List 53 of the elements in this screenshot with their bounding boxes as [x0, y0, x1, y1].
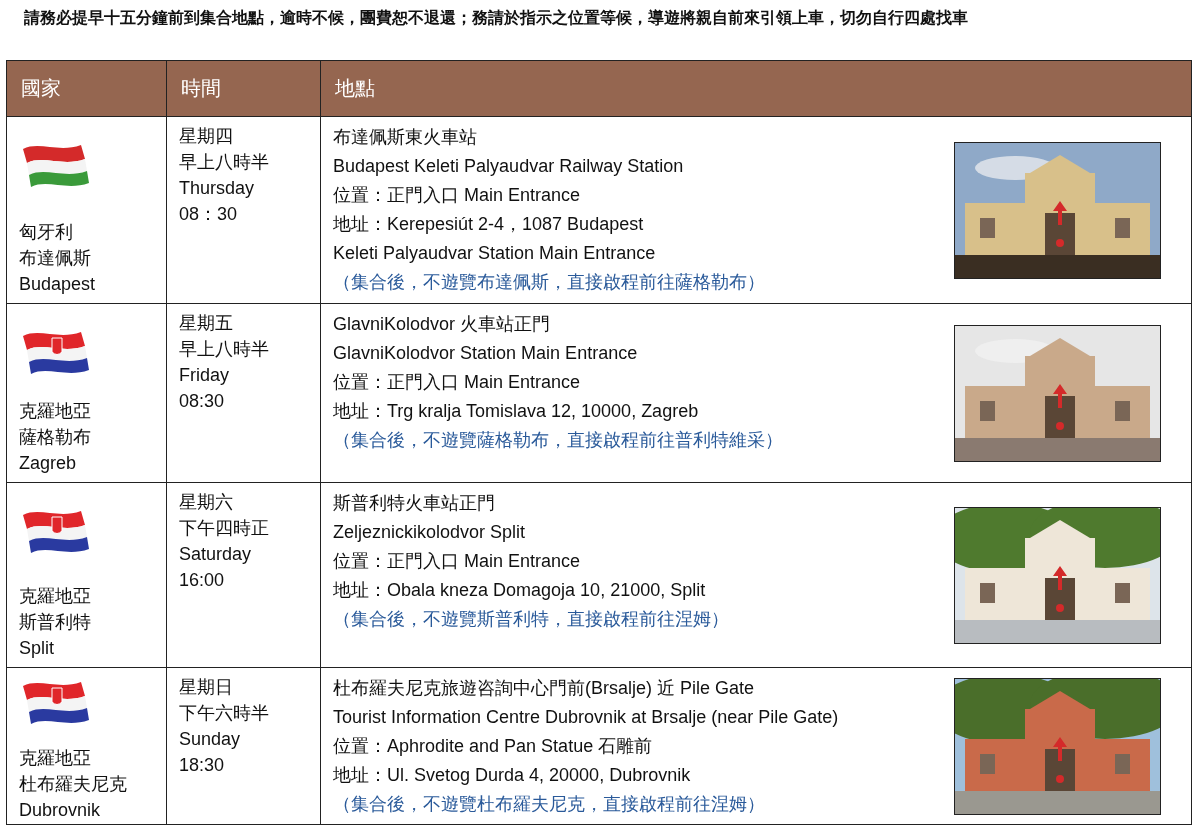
- place-text: 地址：Ul. Svetog Durda 4, 20000, Dubrovnik: [333, 764, 692, 787]
- country-text: 克羅地亞: [19, 400, 92, 423]
- notice-text: 請務必提早十五分鐘前到集合地點，逾時不候，團費恕不退還；務請於指示之位置等候，導遊將親自前來引領上車，切勿自行四處找車: [23, 8, 969, 28]
- time-text: 早上八時半: [179, 151, 270, 174]
- country-text: 布達佩斯: [19, 247, 92, 270]
- column-header: 時間: [167, 61, 321, 116]
- country-text: 克羅地亞: [19, 585, 92, 608]
- time-text: Thursday: [179, 177, 256, 200]
- time-text: 星期五: [179, 312, 234, 335]
- time-text: 星期日: [179, 676, 234, 699]
- time-text: 星期六: [179, 491, 234, 514]
- time-text: 16:00: [179, 569, 226, 592]
- place-text: Keleti Palyaudvar Station Main Entrance: [333, 242, 657, 265]
- place-text: 位置：Aphrodite and Pan Statue 石雕前: [333, 735, 654, 758]
- country-text: 薩格勒布: [19, 426, 92, 449]
- note-text: （集合後，不遊覽布達佩斯，直接啟程前往薩格勒布）: [333, 271, 765, 294]
- note-text: （集合後，不遊覽斯普利特，直接啟程前往涅姆）: [333, 608, 729, 631]
- place-text: GlavniKolodvor Station Main Entrance: [333, 342, 639, 365]
- time-text: 08:30: [179, 390, 226, 413]
- place-text: 位置：正門入口 Main Entrance: [333, 184, 582, 207]
- country-text: 克羅地亞: [19, 747, 92, 770]
- place-text: 斯普利特火車站正門: [333, 492, 496, 515]
- note-text: （集合後，不遊覽杜布羅夫尼克，直接啟程前往涅姆）: [333, 793, 766, 816]
- time-text: 08：30: [179, 203, 239, 226]
- place-text: 地址：Obala kneza Domagoja 10, 21000, Split: [333, 579, 707, 602]
- place-text: 地址：Kerepesiút 2-4，1087 Budapest: [333, 213, 645, 236]
- note-text: （集合後，不遊覽薩格勒布，直接啟程前往普利特維采）: [333, 429, 783, 452]
- place-text: Zeljeznickikolodvor Split: [333, 521, 527, 544]
- column-header: 地點: [334, 76, 376, 101]
- country-text: 斯普利特: [19, 611, 92, 634]
- country-text: 匈牙利: [19, 221, 74, 244]
- time-text: 18:30: [179, 754, 226, 777]
- place-text: 地址：Trg kralja Tomislava 12, 10000, Zagreb: [333, 400, 700, 423]
- time-text: 下午四時正: [179, 517, 270, 540]
- column-header: 國家: [7, 61, 167, 116]
- place-text: 位置：正門入口 Main Entrance: [333, 371, 582, 394]
- country-text: Dubrovnik: [19, 799, 102, 822]
- country-text: Budapest: [19, 273, 97, 296]
- time-text: 下午六時半: [179, 702, 270, 725]
- country-text: Zagreb: [19, 452, 78, 475]
- place-text: Budapest Keleti Palyaudvar Railway Station: [333, 155, 685, 178]
- time-text: Saturday: [179, 543, 253, 566]
- place-text: GlavniKolodvor 火車站正門: [333, 313, 552, 336]
- time-text: 早上八時半: [179, 338, 270, 361]
- time-text: 星期四: [179, 125, 234, 148]
- place-text: 杜布羅夫尼克旅遊咨詢中心門前(Brsalje) 近 Pile Gate: [333, 677, 756, 700]
- place-text: 布達佩斯東火車站: [333, 126, 478, 149]
- place-text: 位置：正門入口 Main Entrance: [333, 550, 582, 573]
- time-text: Sunday: [179, 728, 242, 751]
- country-text: Split: [19, 637, 55, 660]
- time-text: Friday: [179, 364, 230, 387]
- place-text: Tourist Information Centre Dubrovnik at Brsalje (near Pile Gate): [333, 706, 839, 729]
- country-text: 杜布羅夫尼克: [19, 773, 128, 796]
